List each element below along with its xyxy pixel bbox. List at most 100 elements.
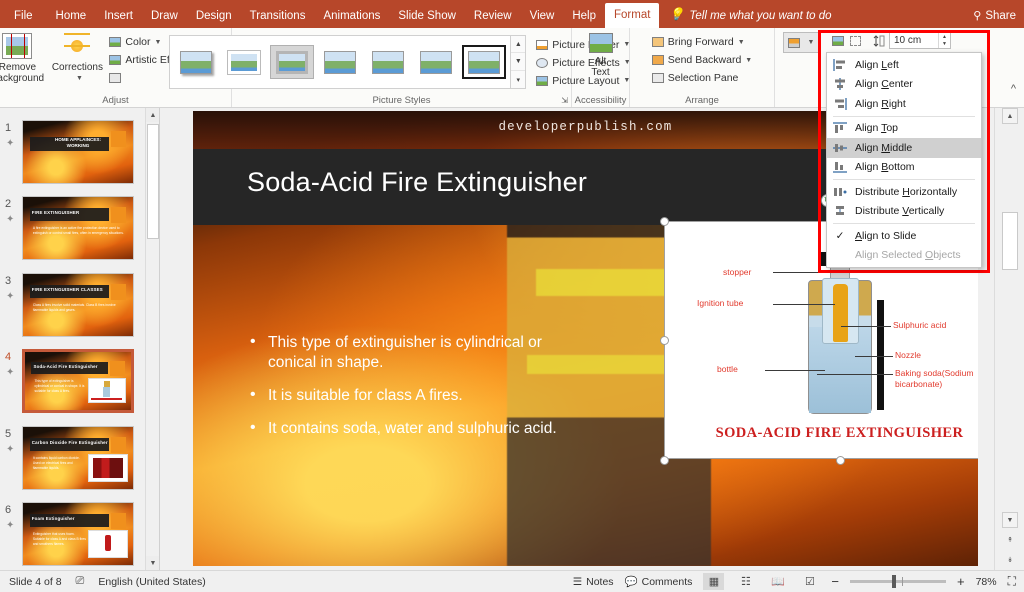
menu-item-align-to-slide[interactable]: ✓ Align to Slide [827, 226, 981, 246]
menu-item-align-bottom[interactable]: Align Bottom [827, 158, 981, 178]
picture-style-5[interactable] [366, 45, 411, 79]
remove-background-button[interactable]: RemoveBackground [0, 31, 48, 84]
selection-pane-icon [651, 73, 664, 83]
thumbnail-slide-5[interactable]: Carbon Dioxide Fire Extinguisher It cont… [22, 426, 134, 490]
slide-vertical-scrollbar[interactable]: ▲ ▼ ↟ ↡ [994, 108, 1024, 570]
tab-file[interactable]: File [0, 4, 47, 28]
thumbnail-slide-3[interactable]: FIRE EXTINGUISHER CLASSES Class A fires … [22, 273, 134, 337]
notes-button[interactable]: ☰ Notes [573, 576, 614, 588]
scrollbar-thumb[interactable] [1002, 212, 1018, 270]
zoom-level-label[interactable]: 78% [976, 576, 997, 588]
menu-item-align-center[interactable]: Align Center [827, 75, 981, 95]
group-label-picture-styles: Picture Styles [372, 95, 431, 106]
ungroup-icon [850, 36, 861, 46]
thumbnail-slide-1[interactable]: HOME APPLAINCES: WORKING [22, 120, 134, 184]
tab-draw[interactable]: Draw [142, 4, 187, 28]
scroll-up-button[interactable]: ▲ [146, 108, 159, 122]
picture-style-7-selected[interactable] [462, 45, 507, 79]
scrollbar-thumb[interactable] [147, 124, 159, 239]
share-button[interactable]: ⚲ Share [973, 4, 1016, 28]
comments-button[interactable]: 💬 Comments [625, 575, 693, 589]
zoom-out-button[interactable]: − [831, 574, 839, 589]
resize-handle-middle-left[interactable] [660, 336, 669, 345]
menu-item-align-right[interactable]: Align Right [827, 94, 981, 114]
normal-view-button[interactable]: ▦ [703, 573, 725, 590]
alt-text-button[interactable]: Alt Text [576, 31, 626, 78]
collapse-ribbon-button[interactable]: ^ [1011, 83, 1016, 95]
tell-me-box[interactable]: Tell me what you want to do [669, 4, 831, 28]
bullet-item: It contains soda, water and sulphuric ac… [250, 418, 580, 439]
corrections-label: Corrections [51, 62, 103, 73]
thumbnail-slide-6[interactable]: Foam Extinguisher Extinguisher that uses… [22, 502, 134, 566]
picture-style-2[interactable] [222, 45, 267, 79]
selection-pane-button[interactable]: Selection Pane [649, 69, 755, 87]
picture-thumb-icon [180, 50, 213, 74]
scroll-up-button[interactable]: ▲ [1002, 108, 1018, 124]
corrections-button[interactable]: Corrections ▼ [48, 31, 106, 84]
thumbnail-slide-4-current[interactable]: Soda-Acid Fire Extinguisher This type of… [22, 349, 134, 413]
picture-styles-gallery[interactable] [169, 35, 512, 89]
picture-style-6[interactable] [414, 45, 459, 79]
gallery-more-button[interactable]: ▾ [511, 71, 525, 88]
tab-format[interactable]: Format [605, 3, 660, 28]
slide-star-icon: ✦ [6, 214, 15, 225]
tab-transitions[interactable]: Transitions [241, 4, 315, 28]
group-label-accessibility: Accessibility [574, 95, 627, 106]
picture-thumb-icon [468, 50, 501, 74]
thumb-accent-block [111, 283, 127, 301]
color-picture-icon [109, 37, 122, 47]
slide-title[interactable]: Soda-Acid Fire Extinguisher [247, 167, 587, 198]
menu-item-distribute-horizontally[interactable]: Distribute Horizontally [827, 182, 981, 202]
next-slide-button[interactable]: ↡ [1002, 552, 1018, 568]
accessibility-checker-icon[interactable]: ⎚ [76, 575, 85, 588]
tab-help[interactable]: Help [563, 4, 605, 28]
menu-item-distribute-vertically[interactable]: Distribute Vertically [827, 202, 981, 222]
slide-counter[interactable]: Slide 4 of 8 [9, 576, 62, 588]
picture-style-3[interactable] [270, 45, 315, 79]
resize-handle-bottom-left[interactable] [660, 456, 669, 465]
align-objects-button[interactable]: ▼ [783, 32, 819, 53]
menu-item-align-top[interactable]: Align Top [827, 119, 981, 139]
zoom-slider-knob[interactable] [891, 575, 896, 588]
align-objects-dropdown-menu[interactable]: Align Left Align Center Align Right Alig… [826, 52, 982, 268]
thumbnail-slide-2[interactable]: FIRE EXTINGUISHER A fire extinguisher is… [22, 196, 134, 260]
gallery-scroll-up-button[interactable]: ▲ [511, 36, 526, 53]
slide-sorter-button[interactable]: ☷ [735, 573, 756, 590]
height-spinner[interactable]: ▲ ▼ [938, 33, 950, 48]
resize-handle-bottom-center[interactable] [836, 456, 845, 465]
menu-item-align-middle[interactable]: Align Middle [827, 138, 981, 158]
menu-item-align-left[interactable]: Align Left [827, 55, 981, 75]
picture-styles-dialog-launcher[interactable]: ⇲ [561, 96, 568, 105]
scroll-down-button[interactable]: ▼ [146, 556, 159, 570]
gallery-scroll-down-button[interactable]: ▼ [511, 54, 526, 71]
tab-home[interactable]: Home [47, 4, 96, 28]
comments-label: Comments [641, 575, 693, 588]
slide-thumbnail-panel[interactable]: 1 ✦ HOME APPLAINCES: WORKING 2 ✦ FIRE EXT… [0, 108, 160, 570]
tab-animations[interactable]: Animations [314, 4, 389, 28]
scroll-down-button[interactable]: ▼ [1002, 512, 1018, 528]
language-indicator[interactable]: English (United States) [98, 576, 205, 588]
zoom-in-button[interactable]: + [957, 574, 965, 589]
fit-to-window-icon[interactable]: ⛶ [1008, 574, 1016, 589]
tab-design[interactable]: Design [187, 4, 241, 28]
thumbnail-scrollbar[interactable]: ▲ ▼ [145, 108, 159, 570]
slide-bullet-list[interactable]: This type of extinguisher is cylindrical… [250, 332, 580, 452]
tab-view[interactable]: View [521, 4, 564, 28]
shape-height-field[interactable]: 10 cm ▲ ▼ [889, 32, 951, 49]
reading-view-button[interactable]: 📖 [767, 573, 788, 590]
group-objects-button[interactable] [829, 32, 864, 50]
bring-forward-button[interactable]: Bring Forward ▼ [649, 33, 755, 51]
send-backward-button[interactable]: Send Backward ▼ [649, 51, 755, 69]
menu-label: Align Center [855, 78, 913, 91]
tab-slide-show[interactable]: Slide Show [389, 4, 465, 28]
status-bar: Slide 4 of 8 ⎚ English (United States) ☰… [0, 570, 1024, 592]
gallery-scroll-controls[interactable]: ▲ ▼ ▾ [511, 35, 527, 89]
tab-review[interactable]: Review [465, 4, 521, 28]
zoom-slider[interactable] [849, 575, 946, 588]
picture-style-4[interactable] [318, 45, 363, 79]
resize-handle-top-left[interactable] [660, 217, 669, 226]
tab-insert[interactable]: Insert [95, 4, 142, 28]
previous-slide-button[interactable]: ↟ [1002, 532, 1018, 548]
picture-style-1[interactable] [174, 45, 219, 79]
slide-show-button[interactable]: ☑ [799, 573, 820, 590]
